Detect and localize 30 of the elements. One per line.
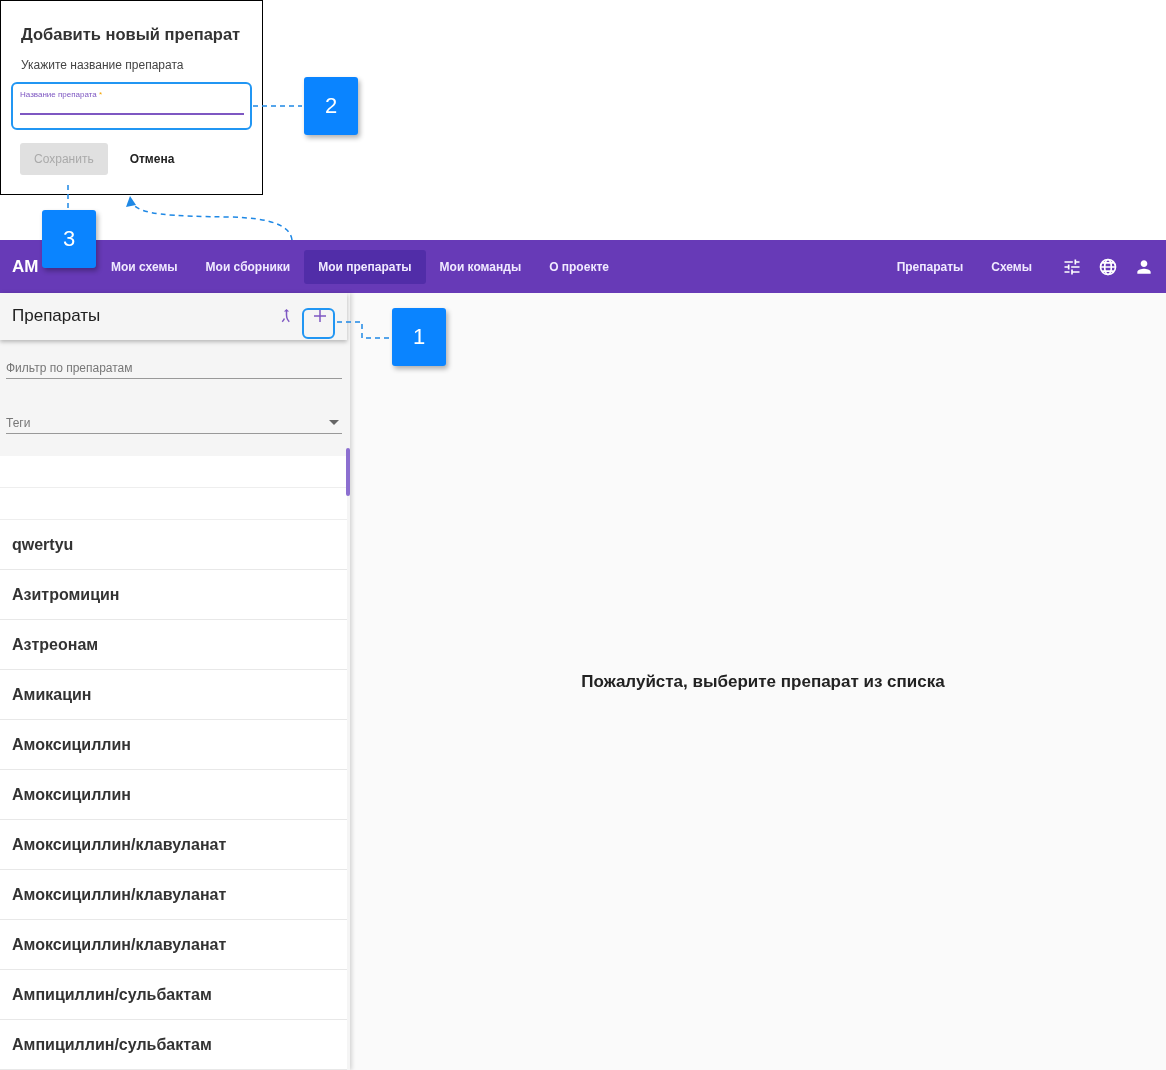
drug-list-item[interactable]: Азтреонам	[0, 620, 347, 670]
nav-tab[interactable]: Мои препараты	[304, 249, 426, 284]
callout-badge: 3	[42, 210, 96, 268]
nav-tab[interactable]: Мои схемы	[97, 249, 192, 284]
drug-list-item[interactable]: Амоксициллин/клавуланат	[0, 870, 347, 920]
dialog-subtitle: Укажите название препарата	[20, 57, 185, 72]
filter-field[interactable]: Фильтр по препаратам	[6, 357, 342, 379]
nav-link[interactable]: Схемы	[977, 249, 1046, 284]
callout-badge: 2	[304, 77, 358, 135]
callout-badge: 1	[392, 308, 446, 366]
name-input-field[interactable]: Название препарата *	[20, 85, 244, 115]
nav-link[interactable]: Препараты	[882, 249, 978, 284]
drug-list-item[interactable]: Амоксициллин	[0, 770, 347, 820]
drug-list-item[interactable]: qwertyu	[0, 520, 347, 570]
nav-tab[interactable]: Мои команды	[425, 249, 536, 284]
drug-list-item[interactable]: Ампициллин/сульбактам	[0, 970, 347, 1020]
drug-list-item[interactable]: Азитромицин	[0, 570, 347, 620]
dialog-title: Добавить новый препарат	[20, 24, 242, 44]
drug-list-item[interactable]: Амоксициллин/клавуланат	[0, 820, 347, 870]
empty-state-message: Пожалуйста, выберите препарат из списка	[581, 671, 945, 692]
nav-tab[interactable]: Мои сборники	[191, 249, 305, 284]
nav-tab[interactable]: О проекте	[535, 249, 623, 284]
drug-list-item[interactable]: Амоксициллин	[0, 720, 347, 770]
logo: AM	[12, 256, 40, 277]
drug-list-item[interactable]: Амоксициллин/клавуланат	[0, 920, 347, 970]
drug-list-item[interactable]: Ампициллин/сульбактам	[0, 1020, 347, 1070]
sidebar-title: Препараты	[12, 306, 102, 327]
tags-dropdown[interactable]: Теги	[6, 412, 342, 434]
cancel-button[interactable]: Отмена	[115, 143, 189, 175]
drug-list-item[interactable]: Амикацин	[0, 670, 347, 720]
